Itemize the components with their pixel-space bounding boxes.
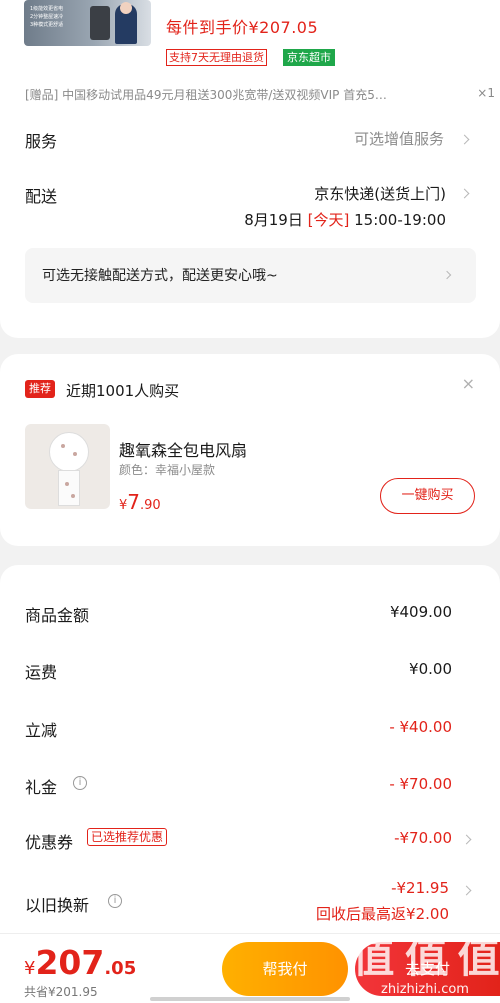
product-thumbnail[interactable]: 1级能效更省电 2分钟整屋速冷 3种模式更舒适 (24, 0, 151, 46)
price-decimal: .90 (140, 498, 161, 513)
recommend-product-image[interactable] (25, 424, 110, 509)
delivery-label: 配送 (25, 187, 58, 206)
chevron-right-icon (442, 270, 452, 280)
thumb-person-head (120, 2, 132, 14)
jd-market-badge: 京东超市 (283, 49, 335, 66)
total-symbol: ¥ (24, 958, 36, 979)
recommend-product-price: ¥7.90 (119, 490, 161, 514)
recommend-product-name[interactable]: 趣氧森全包电风扇 (119, 437, 247, 461)
price-integer: 7 (127, 490, 141, 514)
home-indicator[interactable] (150, 997, 350, 1001)
info-icon[interactable]: i (73, 776, 87, 790)
fan-dot (71, 494, 75, 498)
help-me-pay-button[interactable]: 帮我付 (222, 942, 348, 996)
final-price: 每件到手价¥207.05 (166, 18, 319, 37)
thumb-text-3: 3种模式更舒适 (30, 22, 64, 28)
goods-amount-value: ¥409.00 (389, 603, 452, 621)
total-integer: 207 (35, 943, 105, 982)
watermark-logo: 值 值 值 (352, 933, 499, 982)
thumb-fan-shape (90, 6, 110, 40)
thumb-text-2: 2分钟整屋速冷 (30, 14, 64, 20)
no-contact-text: 可选无接触配送方式，配送更安心哦~ (42, 268, 278, 284)
total-decimal: .05 (104, 958, 137, 979)
coupon-label: 优惠券 (25, 833, 74, 852)
service-label: 服务 (25, 132, 58, 151)
delivery-carrier[interactable]: 京东快递(送货上门) (314, 183, 446, 204)
fan-dot (65, 482, 69, 486)
delivery-date: 8月19日 (244, 211, 303, 229)
fan-head-shape (49, 432, 89, 472)
thumb-text-1: 1级能效更省电 (30, 6, 64, 12)
trade-in-value[interactable]: -¥21.95 (391, 879, 449, 897)
return-policy-badge: 支持7天无理由退货 (166, 49, 267, 66)
recommend-product-color: 颜色：幸福小屋款 (119, 463, 216, 477)
today-tag: [今天] (307, 211, 350, 229)
no-contact-delivery[interactable]: 可选无接触配送方式，配送更安心哦~ (25, 248, 476, 303)
freight-value: ¥0.00 (409, 660, 452, 678)
total-price: ¥207.05 (24, 943, 136, 982)
delivery-time[interactable]: 8月19日 [今天] 15:00-19:00 (244, 209, 446, 230)
fan-dot (61, 444, 65, 448)
total-saved: 共省¥201.95 (24, 985, 98, 999)
info-icon[interactable]: i (108, 894, 122, 908)
service-value[interactable]: 可选增值服务 (354, 128, 444, 149)
fan-stand-shape (58, 470, 80, 506)
gift-money-value: - ¥70.00 (389, 775, 452, 793)
recommend-title: 近期1001人购买 (66, 382, 180, 400)
watermark: 值 值 值 zhizhizhi.com (350, 924, 500, 1003)
gift-quantity: ×1 (477, 86, 495, 100)
gift-item[interactable]: [赠品] 中国移动试用品49元月租送300兆宽带/送双视频VIP 首充5… (25, 86, 495, 103)
coupon-selected-tag: 已选推荐优惠 (87, 828, 168, 846)
one-click-buy-button[interactable]: 一键购买 (380, 478, 475, 514)
freight-label: 运费 (25, 663, 58, 682)
trade-in-note: 回收后最高返¥2.00 (316, 905, 449, 923)
fan-dot (73, 452, 77, 456)
goods-amount-label: 商品金额 (25, 606, 90, 625)
gift-money-label: 礼金 (25, 778, 58, 797)
watermark-url: zhizhizhi.com (381, 982, 469, 997)
delivery-window: 15:00-19:00 (354, 211, 446, 229)
trade-in-label: 以旧换新 (25, 896, 90, 915)
instant-discount-label: 立减 (25, 721, 58, 740)
close-icon[interactable]: × (462, 374, 475, 393)
instant-discount-value: - ¥40.00 (389, 718, 452, 736)
recommend-tag: 推荐 (25, 380, 55, 398)
coupon-value[interactable]: -¥70.00 (394, 829, 452, 847)
